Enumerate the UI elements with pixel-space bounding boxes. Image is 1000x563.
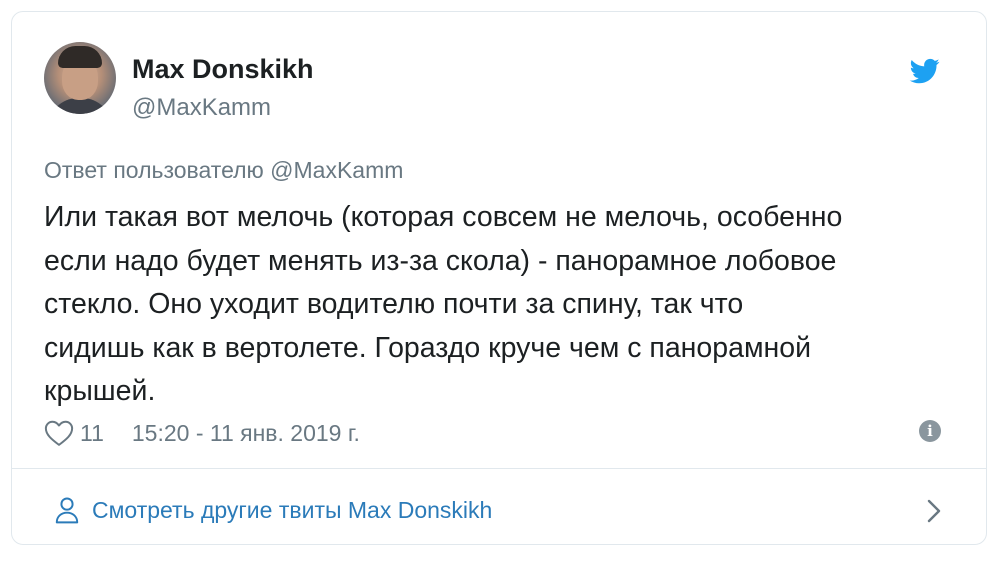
user-icon — [55, 497, 79, 524]
info-icon[interactable]: i — [919, 420, 941, 442]
twitter-bird-icon[interactable] — [908, 56, 942, 86]
author-name[interactable]: Max Donskikh — [132, 54, 314, 85]
like-count[interactable]: 11 — [80, 420, 104, 447]
tweet-meta: 11 15:20 - 11 янв. 2019 г. — [44, 418, 360, 448]
divider — [11, 468, 987, 469]
timestamp[interactable]: 15:20 - 11 янв. 2019 г. — [132, 420, 360, 447]
chevron-right-icon[interactable] — [926, 498, 942, 524]
author-handle[interactable]: @MaxKamm — [132, 94, 271, 122]
tweet-text: Или такая вот мелочь (которая совсем не … — [44, 201, 843, 407]
more-tweets-label[interactable]: Смотреть другие твиты Max Donskikh — [92, 497, 492, 524]
heart-icon[interactable] — [44, 419, 74, 447]
avatar[interactable] — [44, 42, 116, 114]
reply-context[interactable]: Ответ пользователю @MaxKamm — [44, 157, 403, 184]
more-tweets-link[interactable]: Смотреть другие твиты Max Donskikh — [54, 490, 954, 530]
